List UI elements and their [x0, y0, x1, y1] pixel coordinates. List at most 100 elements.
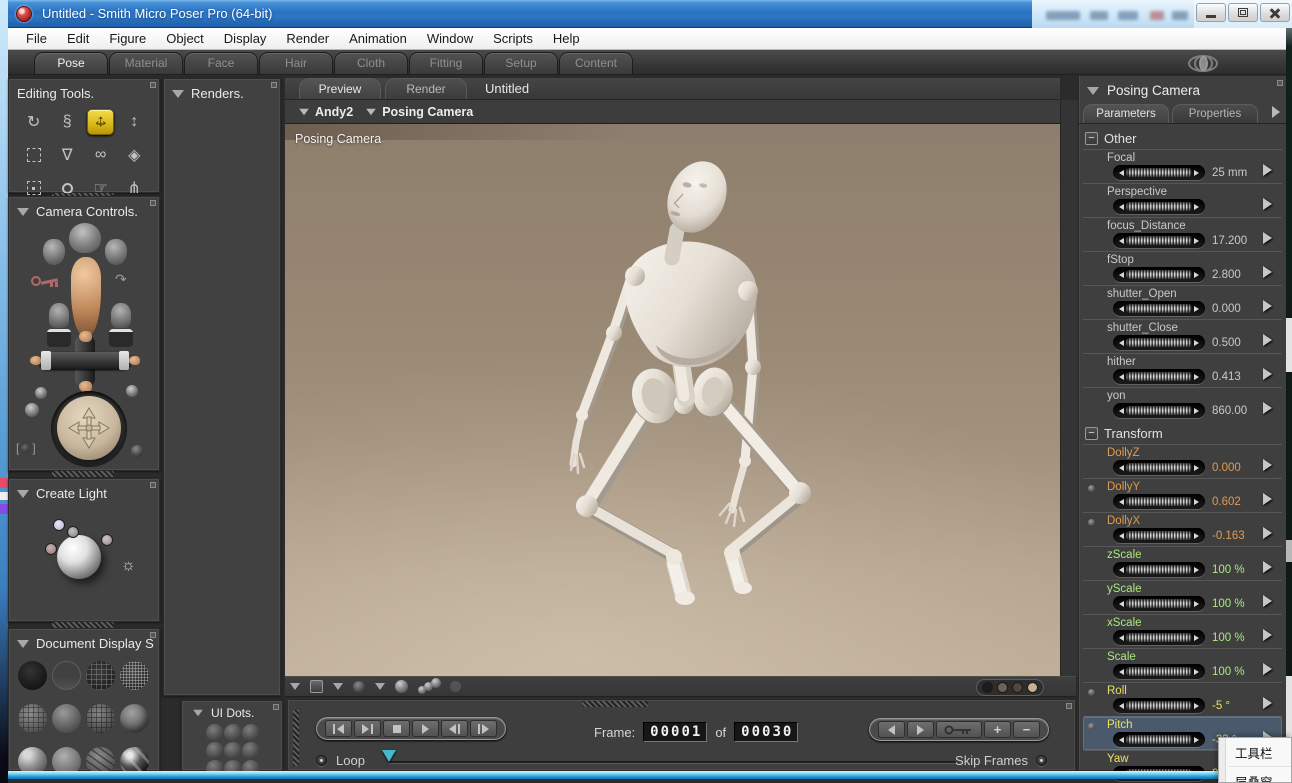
stop-button[interactable] — [383, 720, 410, 737]
parameter-menu-arrow[interactable] — [1263, 527, 1272, 539]
posing-camera-figure-icon[interactable] — [71, 257, 101, 335]
loop-radio[interactable] — [316, 755, 327, 766]
dial-left-arrow-icon[interactable] — [1116, 272, 1124, 278]
parameter-dial[interactable] — [1113, 199, 1205, 214]
tab-parameters[interactable]: Parameters — [1083, 104, 1169, 123]
tool-translate-pull-icon[interactable] — [87, 109, 114, 135]
collapse-minus-icon[interactable]: − — [1085, 132, 1098, 145]
menu-animation[interactable]: Animation — [339, 28, 417, 50]
dial-right-arrow-icon[interactable] — [1194, 170, 1202, 176]
dial-ribbed-track[interactable] — [1126, 701, 1192, 710]
dial-left-arrow-icon[interactable] — [1116, 635, 1124, 641]
tool-color-icon[interactable]: ◈ — [121, 142, 148, 168]
collapse-triangle-icon[interactable] — [1087, 87, 1099, 95]
dial-ribbed-track[interactable] — [1126, 531, 1192, 540]
dial-ribbed-track[interactable] — [1126, 599, 1192, 608]
parameter-dial[interactable] — [1113, 596, 1205, 611]
parameter-dial[interactable] — [1113, 165, 1205, 180]
previous-frame[interactable] — [441, 720, 468, 737]
dial-ribbed-track[interactable] — [1126, 304, 1192, 313]
panel-resize-handle[interactable] — [52, 471, 114, 477]
menu-render[interactable]: Render — [276, 28, 339, 50]
ui-dot[interactable] — [206, 724, 224, 742]
rooms-indicator-icon[interactable] — [1180, 54, 1226, 72]
ghost-sphere-icon[interactable] — [450, 681, 461, 692]
dial-left-arrow-icon[interactable] — [1116, 340, 1124, 346]
panel-menu-icon[interactable] — [1277, 80, 1283, 86]
total-frames-field[interactable]: 00030 — [734, 722, 798, 742]
display-style-wireframe[interactable] — [86, 661, 115, 690]
parameter-menu-arrow[interactable] — [1263, 232, 1272, 244]
background-color-swatch[interactable] — [1027, 682, 1038, 693]
dial-left-arrow-icon[interactable] — [1116, 408, 1124, 414]
tool-taper-icon[interactable]: ∇ — [54, 142, 81, 168]
context-menu-item[interactable]: 工具栏 — [1229, 738, 1291, 767]
tab-overflow-arrow[interactable] — [1272, 106, 1280, 118]
dial-ribbed-track[interactable] — [1126, 372, 1192, 381]
parameter-dial[interactable] — [1113, 369, 1205, 384]
ui-dot[interactable] — [224, 742, 242, 760]
dial-right-arrow-icon[interactable] — [1194, 669, 1202, 675]
tab-cloth[interactable]: Cloth — [334, 52, 408, 74]
camera-dot-icon[interactable] — [131, 445, 143, 457]
panel-menu-icon[interactable] — [273, 704, 279, 710]
ui-dot[interactable] — [224, 724, 242, 742]
panel-drag-handle[interactable] — [293, 710, 299, 766]
parameter-dial[interactable] — [1113, 233, 1205, 248]
delete-keyframe[interactable]: − — [1013, 721, 1040, 738]
dial-right-arrow-icon[interactable] — [1194, 272, 1202, 278]
tab-content[interactable]: Content — [559, 52, 633, 74]
sun-icon[interactable]: ☼ — [121, 557, 136, 575]
skip-frames-radio[interactable] — [1036, 755, 1047, 766]
display-style-cartoon[interactable] — [120, 704, 149, 733]
camera-menu-arrow[interactable] — [366, 108, 376, 114]
dial-right-arrow-icon[interactable] — [1194, 703, 1202, 709]
parameter-dial[interactable] — [1113, 698, 1205, 713]
next-frame[interactable] — [470, 720, 497, 737]
dial-ribbed-track[interactable] — [1126, 406, 1192, 415]
parameter-menu-arrow[interactable] — [1263, 697, 1272, 709]
minimize-button[interactable] — [1196, 3, 1226, 22]
go-to-first-frame[interactable] — [325, 720, 352, 737]
tool-scale-icon[interactable] — [20, 142, 47, 168]
dial-left-arrow-icon[interactable] — [1116, 465, 1124, 471]
panel-menu-icon[interactable] — [271, 82, 277, 88]
dial-right-arrow-icon[interactable] — [1194, 408, 1202, 414]
dial-left-arrow-icon[interactable] — [1116, 567, 1124, 573]
lit-sphere-icon[interactable] — [395, 680, 408, 693]
current-frame-field[interactable]: 00001 — [643, 722, 707, 742]
dark-sphere-icon[interactable] — [353, 681, 365, 693]
dial-left-arrow-icon[interactable] — [1116, 737, 1124, 743]
dial-ribbed-track[interactable] — [1126, 463, 1192, 472]
dial-left-arrow-icon[interactable] — [1116, 238, 1124, 244]
background-color-swatch[interactable] — [1012, 682, 1023, 693]
parameter-menu-arrow[interactable] — [1263, 198, 1272, 210]
menu-scripts[interactable]: Scripts — [483, 28, 543, 50]
menu-file[interactable]: File — [16, 28, 57, 50]
go-to-last-frame[interactable] — [354, 720, 381, 737]
title-bar[interactable]: Untitled - Smith Micro Poser Pro (64-bit… — [8, 0, 1286, 28]
next-keyframe[interactable] — [907, 721, 934, 738]
parameter-menu-arrow[interactable] — [1263, 561, 1272, 573]
dial-left-arrow-icon[interactable] — [1116, 204, 1124, 210]
dial-right-arrow-icon[interactable] — [1194, 533, 1202, 539]
maximize-button[interactable] — [1228, 3, 1258, 22]
tab-setup[interactable]: Setup — [484, 52, 558, 74]
previous-keyframe[interactable] — [878, 721, 905, 738]
display-style-flat-shaded[interactable] — [52, 704, 81, 733]
parameter-dial[interactable] — [1113, 630, 1205, 645]
ui-dot[interactable] — [242, 724, 260, 742]
background-color-swatch[interactable] — [997, 682, 1008, 693]
dial-right-arrow-icon[interactable] — [1194, 306, 1202, 312]
parameter-menu-arrow[interactable] — [1263, 266, 1272, 278]
figure-selector[interactable]: Andy2 — [315, 105, 353, 119]
collapse-triangle-icon[interactable] — [17, 208, 29, 216]
tool-rotate-icon[interactable]: ↻ — [20, 109, 47, 135]
menu-help[interactable]: Help — [543, 28, 590, 50]
parameter-dial[interactable] — [1113, 732, 1205, 747]
dial-right-arrow-icon[interactable] — [1194, 238, 1202, 244]
tab-preview[interactable]: Preview — [299, 78, 381, 99]
collapse-triangle-icon[interactable] — [17, 640, 29, 648]
light-dot-icon[interactable] — [101, 534, 113, 546]
panel-menu-icon[interactable] — [1066, 703, 1072, 709]
